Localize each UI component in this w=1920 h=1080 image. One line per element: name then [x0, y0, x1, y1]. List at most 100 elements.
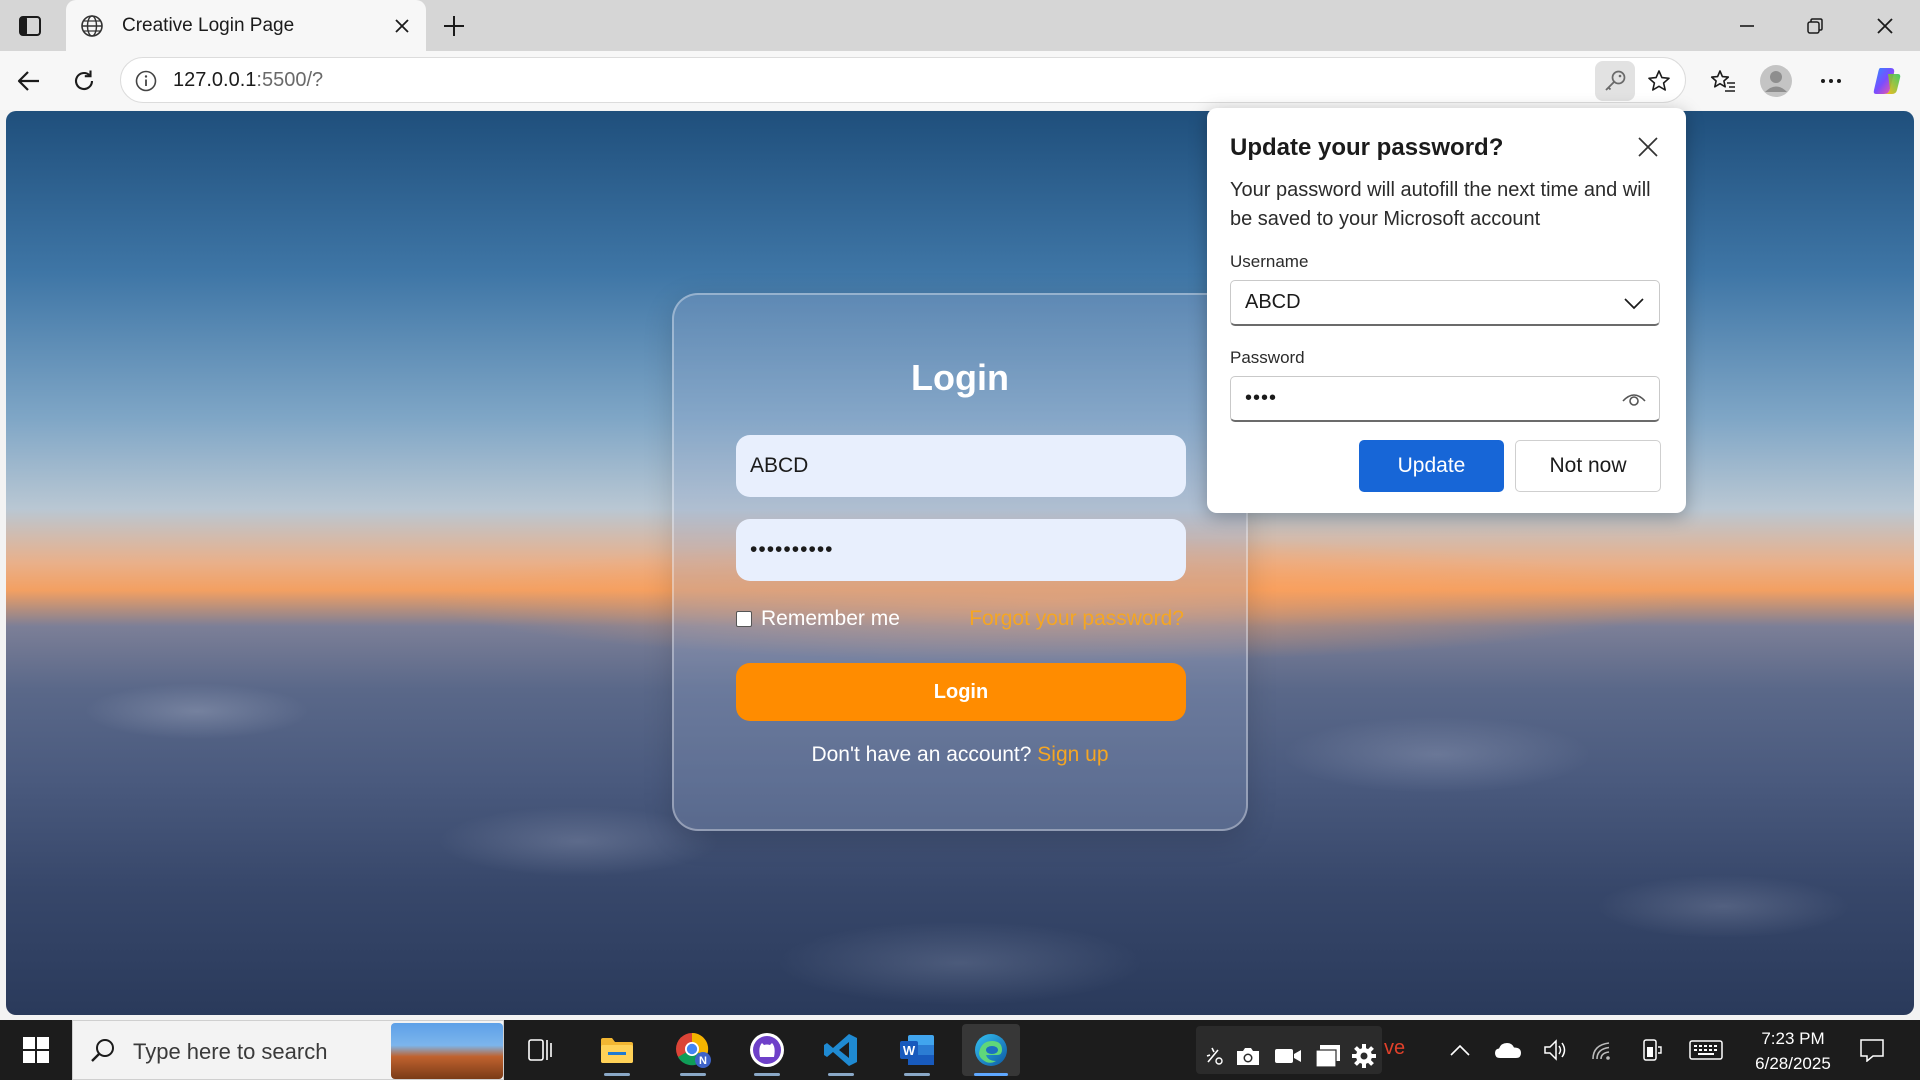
edge-button[interactable]	[962, 1024, 1020, 1076]
remember-me[interactable]: Remember me	[736, 607, 900, 631]
settings-more-button[interactable]	[1810, 60, 1852, 102]
refresh-button[interactable]	[63, 60, 105, 102]
back-button[interactable]	[8, 60, 50, 102]
signup-prompt: Don't have an account?	[811, 743, 1032, 766]
battery-phone-icon[interactable]	[1638, 1036, 1666, 1064]
keyboard-icon[interactable]	[1688, 1036, 1724, 1064]
word-button[interactable]: W	[888, 1024, 946, 1076]
app-running-indicator	[680, 1073, 706, 1076]
browser-tab-strip: Creative Login Page	[0, 0, 1920, 51]
forgot-password-link[interactable]: Forgot your password?	[969, 607, 1184, 631]
not-now-button[interactable]: Not now	[1515, 440, 1661, 492]
username-label: Username	[1230, 252, 1309, 271]
edge-icon	[975, 1034, 1007, 1066]
password-key-button[interactable]	[1595, 61, 1635, 101]
minimize-icon	[1740, 24, 1754, 27]
url-path: :5500/?	[256, 69, 324, 91]
login-title: Login	[911, 357, 1009, 398]
popup-description: Your password will autofill the next tim…	[1230, 179, 1651, 230]
refresh-icon	[74, 70, 94, 90]
search-placeholder: Type here to search	[133, 1039, 328, 1064]
tray-text: ve	[1384, 1037, 1406, 1059]
signup-link[interactable]: Sign up	[1037, 743, 1108, 766]
app-running-indicator	[754, 1073, 780, 1076]
password-update-popup: Update your password? Your password will…	[1207, 108, 1686, 513]
search-icon	[91, 1039, 114, 1062]
gear-icon[interactable]	[1350, 1042, 1378, 1070]
search-highlight-image[interactable]	[391, 1023, 503, 1079]
popup-close-button[interactable]	[1631, 130, 1665, 164]
tab-close-button[interactable]	[386, 10, 418, 42]
restore-button[interactable]	[1782, 0, 1848, 51]
new-tab-button[interactable]	[436, 8, 472, 44]
snip-tool-icon[interactable]	[1200, 1042, 1228, 1070]
url-host: 127.0.0.1	[173, 69, 257, 91]
vscode-icon	[824, 1034, 857, 1066]
wifi-icon[interactable]	[1590, 1036, 1618, 1064]
address-bar[interactable]: 127.0.0.1:5500/?	[120, 57, 1686, 103]
username-input[interactable]: ABCD	[736, 435, 1186, 497]
favorite-star-button[interactable]	[1639, 61, 1679, 101]
popup-password-field[interactable]: ••••	[1230, 376, 1660, 422]
tab-title: Creative Login Page	[122, 14, 295, 36]
browser-tab[interactable]: Creative Login Page	[66, 0, 426, 51]
popup-password-value: ••••	[1245, 387, 1278, 409]
remember-checkbox[interactable]	[736, 611, 752, 627]
folder-icon	[601, 1038, 633, 1063]
app-running-indicator	[604, 1073, 630, 1076]
close-icon	[395, 18, 409, 33]
chrome-icon: N	[676, 1032, 711, 1068]
volume-icon[interactable]	[1542, 1036, 1570, 1064]
windows-taskbar: Type here to search N W ve 7:23 PM 6/28/…	[0, 1020, 1920, 1080]
chevron-up-icon[interactable]	[1446, 1036, 1474, 1064]
capture-toolbar	[1196, 1026, 1382, 1074]
more-dots-icon	[1821, 79, 1841, 83]
password-input[interactable]: ••••••••••	[736, 519, 1186, 581]
notification-icon[interactable]	[1858, 1036, 1886, 1064]
taskbar-search-box[interactable]: Type here to search	[72, 1020, 504, 1080]
tab-actions-icon	[19, 16, 41, 36]
eye-icon[interactable]	[1621, 387, 1647, 413]
password-label: Password	[1230, 348, 1305, 367]
chrome-button[interactable]: N	[664, 1024, 722, 1076]
favorites-button[interactable]	[1702, 60, 1744, 102]
file-explorer-button[interactable]	[588, 1024, 646, 1076]
update-button[interactable]: Update	[1359, 440, 1504, 492]
start-button[interactable]	[14, 1030, 58, 1070]
remember-label: Remember me	[761, 607, 900, 630]
vscode-button[interactable]	[812, 1024, 870, 1076]
window-capture-icon[interactable]	[1314, 1042, 1342, 1070]
globe-icon	[78, 12, 106, 40]
site-info-icon[interactable]	[133, 68, 159, 94]
close-icon	[1877, 17, 1893, 34]
close-icon	[1638, 137, 1658, 157]
favorites-list-icon	[1710, 70, 1735, 92]
chevron-down-icon[interactable]	[1621, 291, 1647, 317]
svg-text:N: N	[699, 1055, 707, 1067]
svg-text:W: W	[903, 1043, 916, 1058]
task-view-button[interactable]	[512, 1024, 570, 1076]
close-window-button[interactable]	[1852, 0, 1918, 51]
back-arrow-icon	[17, 71, 39, 91]
github-icon	[750, 1033, 784, 1067]
app-running-indicator	[828, 1073, 854, 1076]
windows-logo-icon	[23, 1037, 49, 1063]
username-select[interactable]: ABCD	[1230, 280, 1660, 326]
onedrive-icon[interactable]	[1494, 1036, 1522, 1064]
app-active-indicator	[974, 1073, 1008, 1076]
plus-icon	[444, 16, 464, 36]
github-desktop-button[interactable]	[738, 1024, 796, 1076]
url-text: 127.0.0.1:5500/?	[173, 69, 323, 92]
minimize-button[interactable]	[1714, 0, 1780, 51]
copilot-icon	[1873, 68, 1901, 94]
video-icon[interactable]	[1274, 1042, 1302, 1070]
camera-icon[interactable]	[1234, 1042, 1262, 1070]
login-button[interactable]: Login	[736, 663, 1186, 721]
copilot-button[interactable]	[1866, 60, 1908, 102]
profile-button[interactable]	[1755, 60, 1797, 102]
tab-actions-button[interactable]	[14, 10, 46, 42]
taskbar-clock[interactable]: 7:23 PM 6/28/2025	[1734, 1026, 1852, 1076]
clock-date: 6/28/2025	[1755, 1054, 1831, 1073]
browser-toolbar: 127.0.0.1:5500/?	[0, 51, 1920, 110]
app-running-indicator	[904, 1073, 930, 1076]
